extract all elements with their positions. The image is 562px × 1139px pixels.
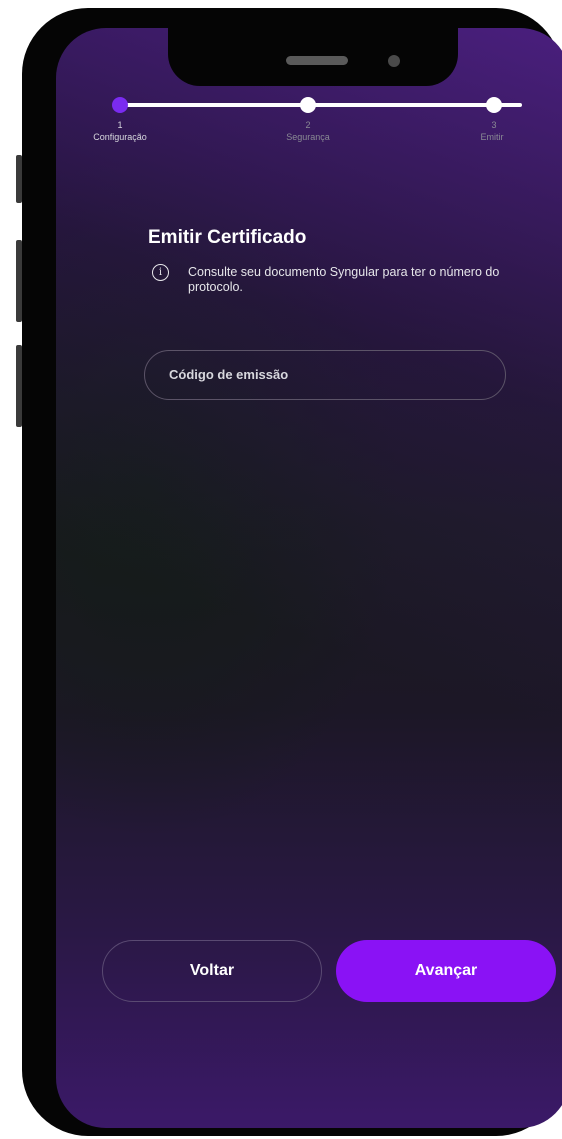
- step-number-3: 3: [491, 120, 497, 130]
- step-label-2: Segurança: [286, 132, 330, 142]
- step-dot-3[interactable]: [486, 97, 502, 113]
- stepper-line: [116, 103, 522, 107]
- phone-frame: 1 Configuração 2 Segurança 3 Emitir Emit…: [22, 8, 562, 1136]
- phone-notch: [168, 28, 458, 86]
- step-label-1: Configuração: [93, 132, 147, 142]
- emission-code-placeholder: Código de emissão: [169, 367, 289, 382]
- back-button[interactable]: Voltar: [102, 940, 322, 1002]
- speaker-grill: [286, 56, 348, 65]
- app-screen: 1 Configuração 2 Segurança 3 Emitir Emit…: [56, 28, 562, 1128]
- step-dot-2[interactable]: [300, 97, 316, 113]
- next-button[interactable]: Avançar: [336, 940, 556, 1002]
- front-camera: [388, 55, 400, 67]
- step-number-2: 2: [305, 120, 311, 130]
- info-icon: i: [152, 264, 169, 281]
- step-number-1: 1: [117, 120, 123, 130]
- step-label-3: Emitir: [480, 132, 504, 142]
- step-dot-1[interactable]: [112, 97, 128, 113]
- screen-content: 1 Configuração 2 Segurança 3 Emitir Emit…: [56, 28, 562, 1128]
- info-text: Consulte seu documento Syngular para ter…: [188, 265, 500, 294]
- page-title: Emitir Certificado: [148, 227, 307, 248]
- emission-code-input[interactable]: Código de emissão: [144, 350, 506, 400]
